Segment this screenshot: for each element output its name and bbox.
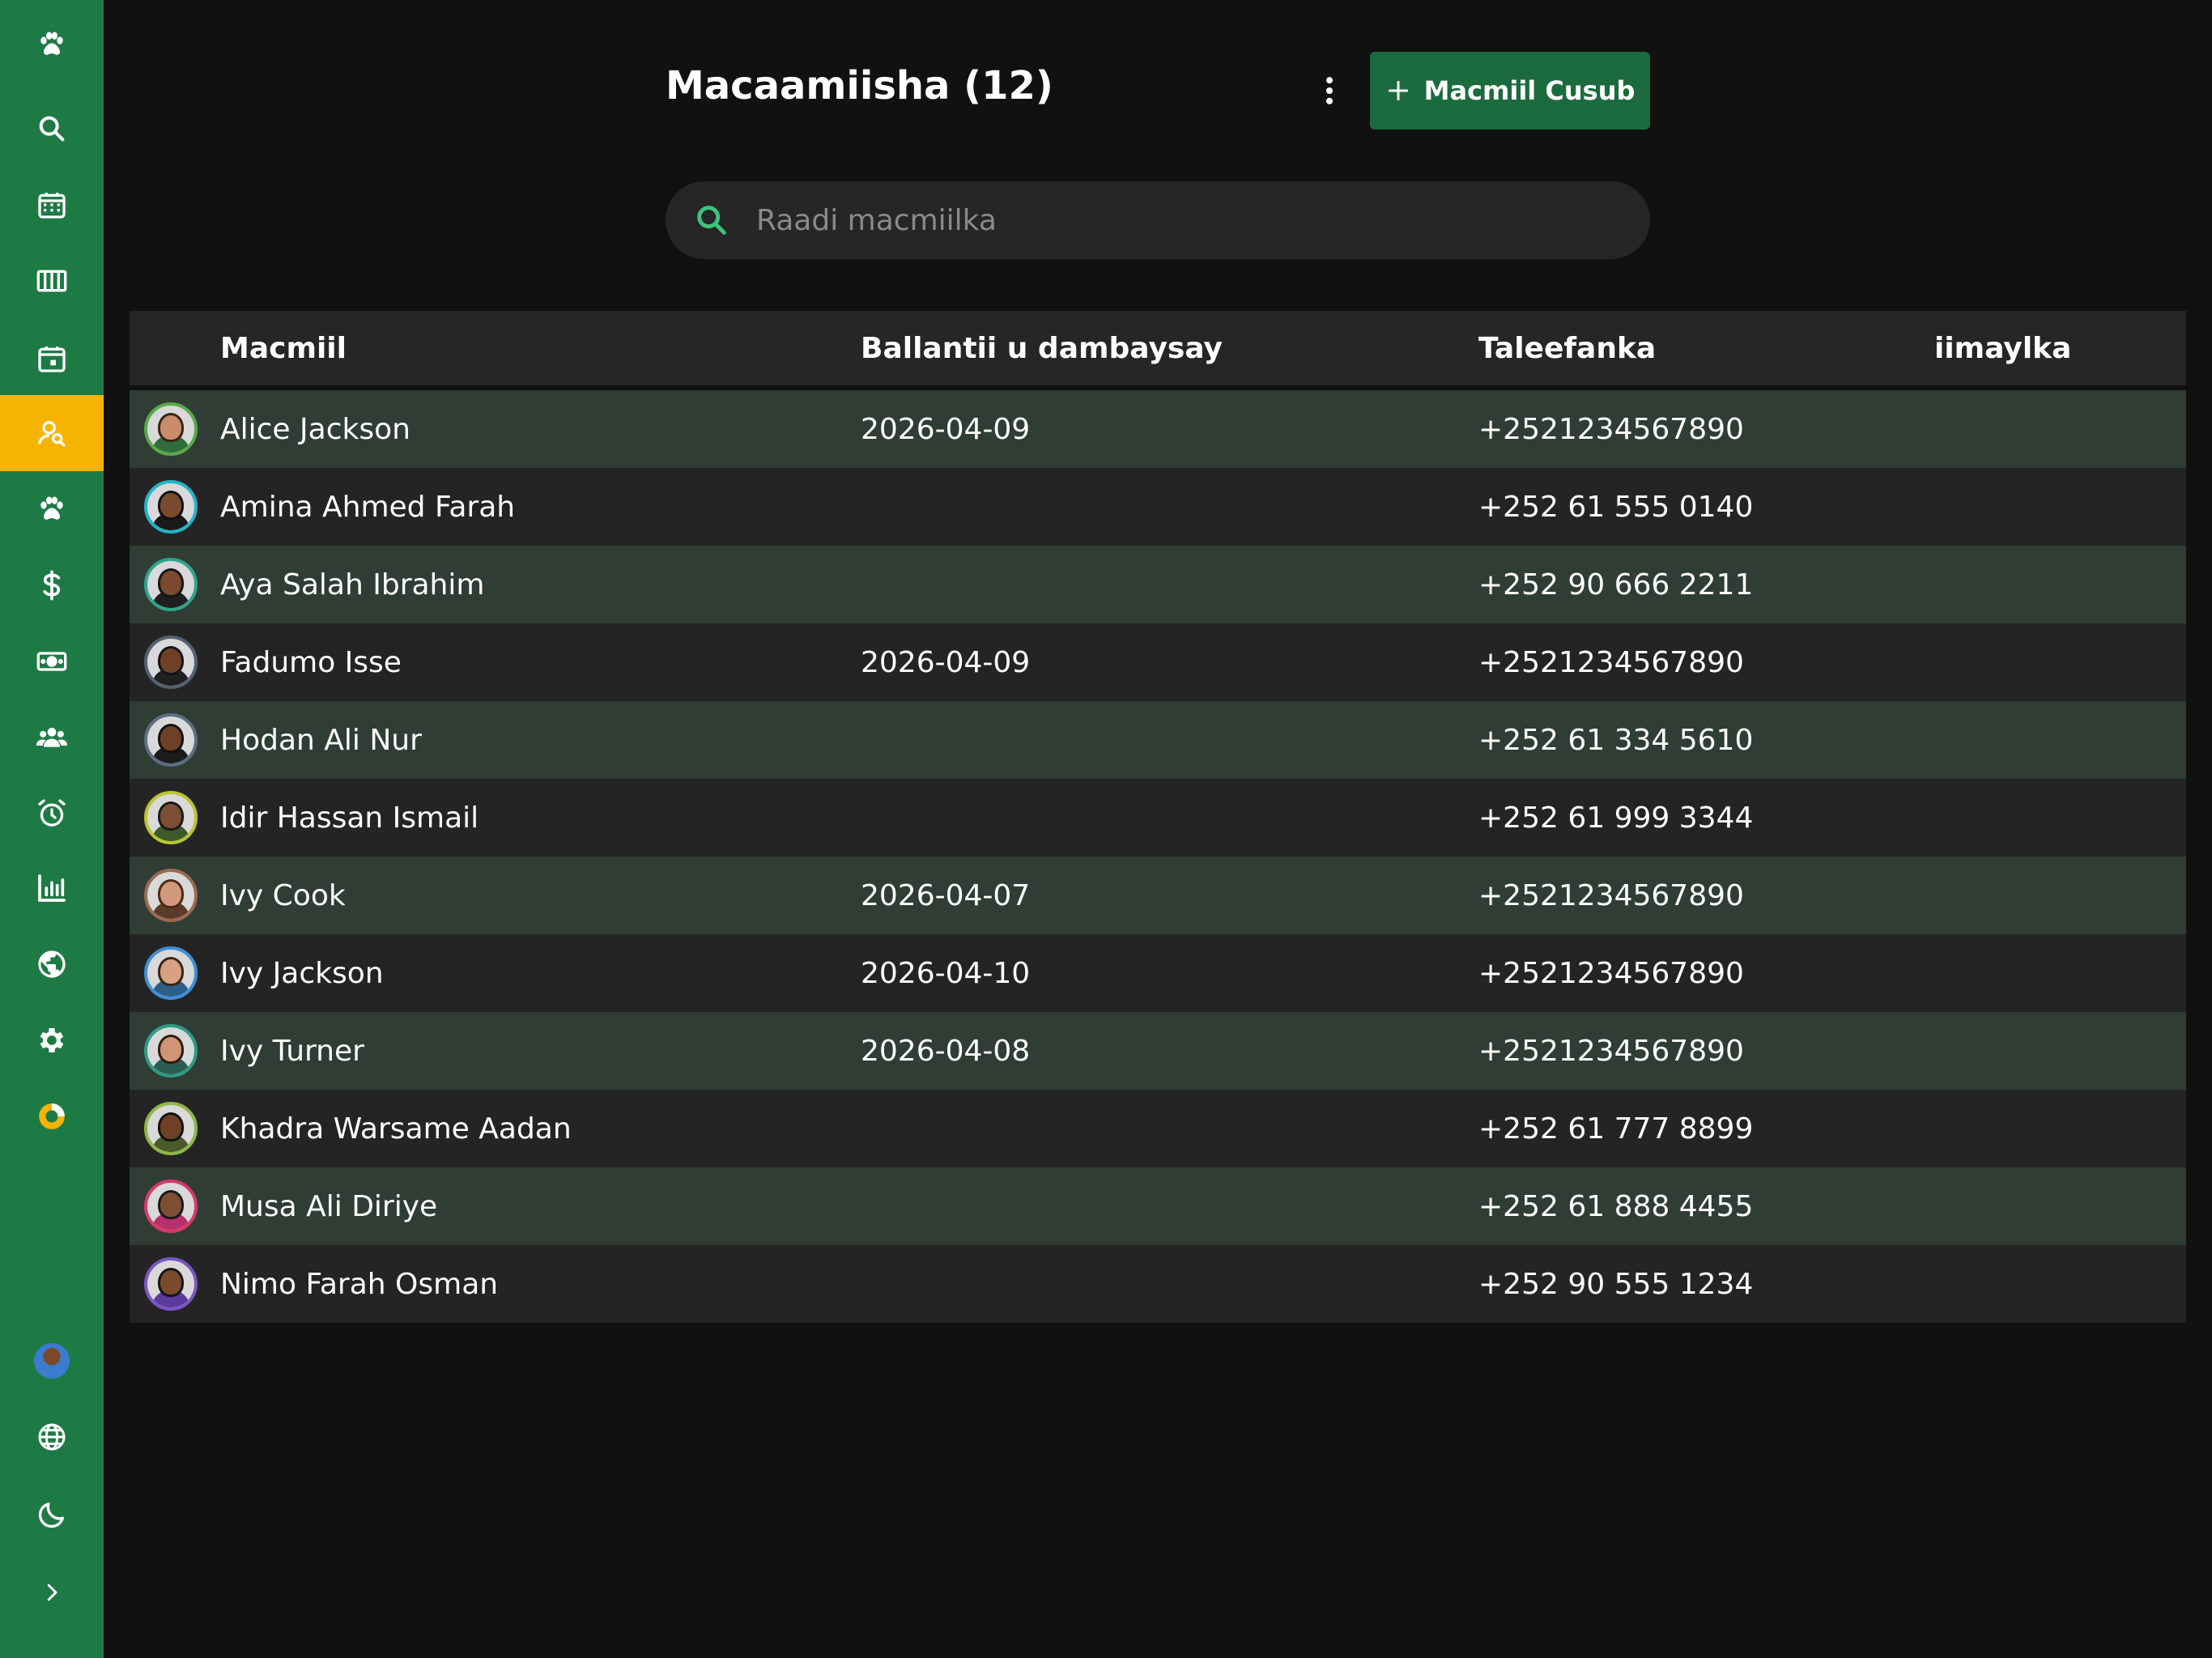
vertical-dots-icon (1325, 77, 1334, 104)
table-row[interactable]: Hodan Ali Nur +252 61 334 5610 (130, 701, 2186, 779)
language-globe-icon[interactable] (0, 1399, 104, 1475)
table-row[interactable]: Ivy Jackson 2026-04-10 +2521234567890 (130, 934, 2186, 1012)
team-icon[interactable] (0, 699, 104, 776)
avatar (144, 791, 198, 844)
table-row[interactable]: Nimo Farah Osman +252 90 555 1234 (130, 1245, 2186, 1323)
table-row[interactable]: Ivy Turner 2026-04-08 +2521234567890 (130, 1012, 2186, 1090)
avatar (144, 636, 198, 689)
avatar (144, 1102, 198, 1155)
phone: +252 61 777 8899 (1478, 1112, 1754, 1146)
client-name: Nimo Farah Osman (220, 1267, 499, 1301)
chevron-right-icon[interactable] (0, 1554, 104, 1630)
table-header: Macmiil Ballantii u dambaysay Taleefanka… (130, 311, 2186, 390)
avatar (144, 402, 198, 456)
donut-icon[interactable] (0, 1078, 104, 1154)
phone: +252 90 555 1234 (1478, 1267, 1754, 1301)
client-name: Musa Ali Diriye (220, 1189, 438, 1223)
globe-icon[interactable] (0, 926, 104, 1002)
client-name: Ivy Cook (220, 878, 346, 912)
phone: +252 90 666 2211 (1478, 568, 1754, 602)
search-bar[interactable] (666, 181, 1650, 259)
last-appointment: 2026-04-09 (861, 412, 1031, 446)
search-input[interactable] (755, 202, 1650, 238)
client-name: Ivy Turner (220, 1034, 364, 1068)
phone: +2521234567890 (1478, 645, 1744, 679)
column-header-email[interactable]: iimaylka (1934, 311, 2071, 385)
client-search-icon[interactable] (0, 395, 104, 471)
more-options-button[interactable] (1308, 70, 1351, 112)
user-avatar[interactable] (0, 1323, 104, 1399)
search-icon[interactable] (0, 91, 104, 167)
moon-icon[interactable] (0, 1477, 104, 1553)
phone: +252 61 334 5610 (1478, 723, 1754, 757)
table-row[interactable]: Ivy Cook 2026-04-07 +2521234567890 (130, 857, 2186, 934)
avatar (144, 480, 198, 534)
table-row[interactable]: Fadumo Isse 2026-04-09 +2521234567890 (130, 623, 2186, 701)
client-name: Hodan Ali Nur (220, 723, 422, 757)
last-appointment: 2026-04-09 (861, 645, 1031, 679)
table-row[interactable]: Alice Jackson 2026-04-09 +2521234567890 (130, 390, 2186, 468)
client-name: Aya Salah Ibrahim (220, 568, 485, 602)
table-row[interactable]: Idir Hassan Ismail +252 61 999 3344 (130, 779, 2186, 857)
phone: +2521234567890 (1478, 1034, 1744, 1068)
phone: +252 61 888 4455 (1478, 1189, 1754, 1223)
column-header-phone[interactable]: Taleefanka (1478, 311, 1656, 385)
phone: +2521234567890 (1478, 878, 1744, 912)
columns-icon[interactable] (0, 243, 104, 319)
calendar-grid-icon[interactable] (0, 167, 104, 243)
add-client-button[interactable]: Macmiil Cusub (1370, 52, 1650, 130)
paw-logo-icon[interactable] (0, 6, 104, 83)
alarm-icon[interactable] (0, 776, 104, 852)
client-name: Khadra Warsame Aadan (220, 1112, 572, 1146)
phone: +2521234567890 (1478, 412, 1744, 446)
main-content: Macaamiisha (12) Macmiil Cusub Macmiil B… (104, 0, 2212, 1658)
calendar-event-icon[interactable] (0, 321, 104, 397)
table-row[interactable]: Aya Salah Ibrahim +252 90 666 2211 (130, 546, 2186, 623)
gear-icon[interactable] (0, 1002, 104, 1078)
last-appointment: 2026-04-07 (861, 878, 1031, 912)
search-icon (697, 206, 726, 235)
avatar (144, 713, 198, 767)
clients-table: Macmiil Ballantii u dambaysay Taleefanka… (130, 311, 2186, 1323)
add-client-label: Macmiil Cusub (1423, 75, 1636, 106)
column-header-client[interactable]: Macmiil (220, 311, 347, 385)
phone: +252 61 555 0140 (1478, 490, 1754, 524)
avatar (144, 1024, 198, 1078)
table-row[interactable]: Amina Ahmed Farah +252 61 555 0140 (130, 468, 2186, 546)
avatar (144, 558, 198, 611)
last-appointment: 2026-04-10 (861, 956, 1031, 990)
client-name: Amina Ahmed Farah (220, 490, 516, 524)
banknote-icon[interactable] (0, 623, 104, 699)
client-name: Idir Hassan Ismail (220, 801, 479, 835)
table-row[interactable]: Musa Ali Diriye +252 61 888 4455 (130, 1167, 2186, 1245)
client-name: Ivy Jackson (220, 956, 384, 990)
avatar (144, 1180, 198, 1233)
table-body: Alice Jackson 2026-04-09 +2521234567890 Ami… (130, 390, 2186, 1323)
client-name: Alice Jackson (220, 412, 410, 446)
bar-chart-icon[interactable] (0, 850, 104, 926)
page-title: Macaamiisha (12) (666, 63, 1053, 108)
column-header-last-appointment[interactable]: Ballantii u dambaysay (861, 311, 1223, 385)
phone: +2521234567890 (1478, 956, 1744, 990)
paw-icon[interactable] (0, 471, 104, 547)
dollar-icon[interactable] (0, 547, 104, 623)
last-appointment: 2026-04-08 (861, 1034, 1031, 1068)
avatar (144, 1257, 198, 1311)
avatar (144, 946, 198, 1000)
plus-icon (1388, 80, 1408, 101)
sidebar (0, 0, 104, 1658)
client-name: Fadumo Isse (220, 645, 402, 679)
avatar (144, 869, 198, 922)
phone: +252 61 999 3344 (1478, 801, 1754, 835)
table-row[interactable]: Khadra Warsame Aadan +252 61 777 8899 (130, 1090, 2186, 1167)
